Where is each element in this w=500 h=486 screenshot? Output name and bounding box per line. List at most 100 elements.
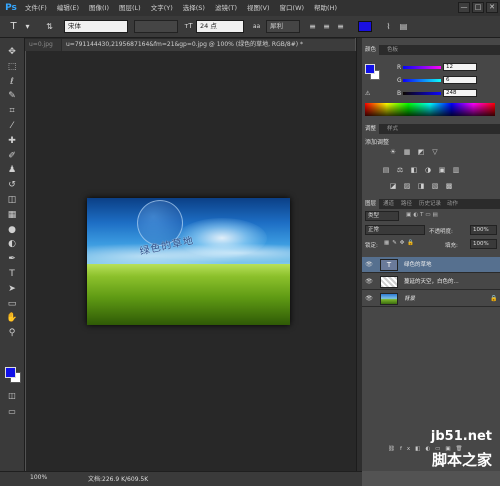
minimize-button[interactable]: — (458, 2, 470, 13)
layer-kind-filter[interactable]: 类型 (365, 211, 399, 221)
color-lookup-icon[interactable]: ▥ (451, 166, 461, 175)
blur-tool[interactable]: ● (5, 224, 19, 236)
healing-tool[interactable]: ✚ (5, 135, 19, 147)
tab-paths[interactable]: 路径 (398, 199, 415, 209)
eyedropper-tool[interactable]: ⁄ (5, 120, 19, 132)
foreground-swatch[interactable] (365, 64, 375, 74)
font-family-select[interactable]: 宋体 (64, 20, 128, 33)
layer-row[interactable]: 👁 蔓延的天空，白色的... (362, 274, 500, 290)
visibility-eye-icon[interactable]: 👁 (365, 260, 373, 270)
vibrance-icon[interactable]: ▤ (381, 166, 391, 175)
chevron-down-icon[interactable]: ▾ (22, 21, 33, 32)
text-color-swatch[interactable] (358, 21, 372, 32)
threshold-icon[interactable]: ◨ (416, 182, 426, 191)
antialias-select[interactable]: 犀利 (266, 20, 300, 33)
character-panel-icon[interactable]: ▤ (398, 21, 409, 32)
align-left-icon[interactable]: ≡ (307, 21, 318, 32)
menu-edit[interactable]: 编辑(E) (52, 0, 84, 16)
maximize-button[interactable]: □ (472, 2, 484, 13)
b-value-input[interactable]: 248 (443, 89, 477, 97)
tab-styles[interactable]: 样式 (384, 124, 401, 134)
menu-view[interactable]: 视图(V) (242, 0, 275, 16)
black-white-icon[interactable]: ◧ (409, 166, 419, 175)
menu-window[interactable]: 窗口(W) (275, 0, 310, 16)
photo-filter-icon[interactable]: ◑ (423, 166, 433, 175)
curves-icon[interactable]: ◩ (416, 148, 426, 157)
shape-tool[interactable]: ▭ (5, 298, 19, 310)
menu-type[interactable]: 文字(Y) (146, 0, 178, 16)
brush-tool[interactable]: ✐ (5, 150, 19, 162)
close-button[interactable]: ✕ (486, 2, 498, 13)
orientation-toggle-icon[interactable]: ⇅ (44, 21, 55, 32)
brightness-icon[interactable]: ☀ (388, 148, 398, 157)
menu-filter[interactable]: 滤镜(T) (210, 0, 242, 16)
type-tool[interactable]: T (5, 268, 19, 280)
tools-panel: ✥ ⬚ ℓ ✎ ⌗ ⁄ ✚ ✐ ♟ ↺ ◫ ▦ ● ◐ ✒ T ➤ ▭ ✋ ⚲ ◫ ▭ (0, 38, 25, 471)
crop-tool[interactable]: ⌗ (5, 105, 19, 117)
r-value-input[interactable]: 12 (443, 63, 477, 71)
selective-color-icon[interactable]: ▩ (444, 182, 454, 191)
type-tool-icon[interactable]: T (8, 21, 19, 32)
layer-name[interactable]: 背景 (404, 291, 415, 307)
layer-name[interactable]: 蔓延的天空，白色的... (404, 274, 459, 290)
blend-mode-select[interactable]: 正常 (365, 225, 425, 235)
warp-text-icon[interactable]: ⌇ (383, 21, 394, 32)
tab-actions[interactable]: 动作 (444, 199, 461, 209)
r-slider[interactable] (403, 66, 441, 69)
clone-stamp-tool[interactable]: ♟ (5, 164, 19, 176)
screen-mode-icon[interactable]: ▭ (5, 406, 19, 418)
menu-select[interactable]: 选择(S) (178, 0, 210, 16)
invert-icon[interactable]: ◪ (388, 182, 398, 191)
zoom-level[interactable]: 100% (30, 474, 47, 481)
tab-adjustments[interactable]: 调整 (362, 124, 380, 134)
visibility-eye-icon[interactable]: 👁 (365, 277, 373, 287)
layer-filter-icons[interactable]: ▣◐T▭▤ (406, 212, 440, 218)
tab-swatches[interactable]: 色板 (384, 45, 401, 55)
eraser-tool[interactable]: ◫ (5, 194, 19, 206)
menu-file[interactable]: 文件(F) (20, 0, 52, 16)
posterize-icon[interactable]: ▨ (402, 182, 412, 191)
align-center-icon[interactable]: ≡ (321, 21, 332, 32)
tab-layers[interactable]: 图层 (362, 199, 380, 209)
fill-input[interactable]: 100% (470, 239, 497, 249)
levels-icon[interactable]: ▦ (402, 148, 412, 157)
move-tool[interactable]: ✥ (5, 46, 19, 58)
gradient-tool[interactable]: ▦ (5, 209, 19, 221)
menu-layer[interactable]: 图层(L) (114, 0, 146, 16)
lasso-tool[interactable]: ℓ (5, 76, 19, 88)
layer-row[interactable]: 👁 背景 🔒 (362, 291, 500, 307)
lock-icons[interactable]: ▦✎✥🔒 (384, 240, 417, 246)
channel-mixer-icon[interactable]: ▣ (437, 166, 447, 175)
pen-tool[interactable]: ✒ (5, 253, 19, 265)
menu-help[interactable]: 帮助(H) (309, 0, 342, 16)
tab-color[interactable]: 颜色 (362, 45, 380, 55)
foreground-color-swatch[interactable] (5, 367, 16, 378)
dodge-tool[interactable]: ◐ (5, 238, 19, 250)
tab-channels[interactable]: 通道 (380, 199, 397, 209)
quick-select-tool[interactable]: ✎ (5, 90, 19, 102)
document-image[interactable]: 绿色的草地 (87, 198, 290, 325)
color-balance-icon[interactable]: ⚖ (395, 166, 405, 175)
visibility-eye-icon[interactable]: 👁 (365, 294, 373, 304)
font-style-select[interactable] (134, 20, 178, 33)
tab-history[interactable]: 历史记录 (416, 199, 444, 209)
opacity-input[interactable]: 100% (470, 225, 497, 235)
quick-mask-icon[interactable]: ◫ (5, 390, 19, 402)
b-slider[interactable] (403, 92, 441, 95)
tab-document-1[interactable]: u=0.jpg (25, 39, 61, 51)
align-right-icon[interactable]: ≡ (335, 21, 346, 32)
g-value-input[interactable]: 6 (443, 76, 477, 84)
layer-row[interactable]: 👁 T 绿色的草地 (362, 257, 500, 273)
layer-name[interactable]: 绿色的草地 (404, 257, 432, 273)
hand-tool[interactable]: ✋ (5, 312, 19, 324)
font-size-select[interactable]: 24 点 (196, 20, 244, 33)
menu-image[interactable]: 图像(I) (84, 0, 114, 16)
zoom-tool[interactable]: ⚲ (5, 327, 19, 339)
g-slider[interactable] (403, 79, 441, 82)
tab-document-2[interactable]: u=791144430,2195687164&fm=21&gp=0.jpg @ … (62, 39, 355, 51)
history-brush-tool[interactable]: ↺ (5, 179, 19, 191)
path-select-tool[interactable]: ➤ (5, 283, 19, 295)
marquee-tool[interactable]: ⬚ (5, 61, 19, 73)
exposure-icon[interactable]: ▽ (430, 148, 440, 157)
gradient-map-icon[interactable]: ▧ (430, 182, 440, 191)
